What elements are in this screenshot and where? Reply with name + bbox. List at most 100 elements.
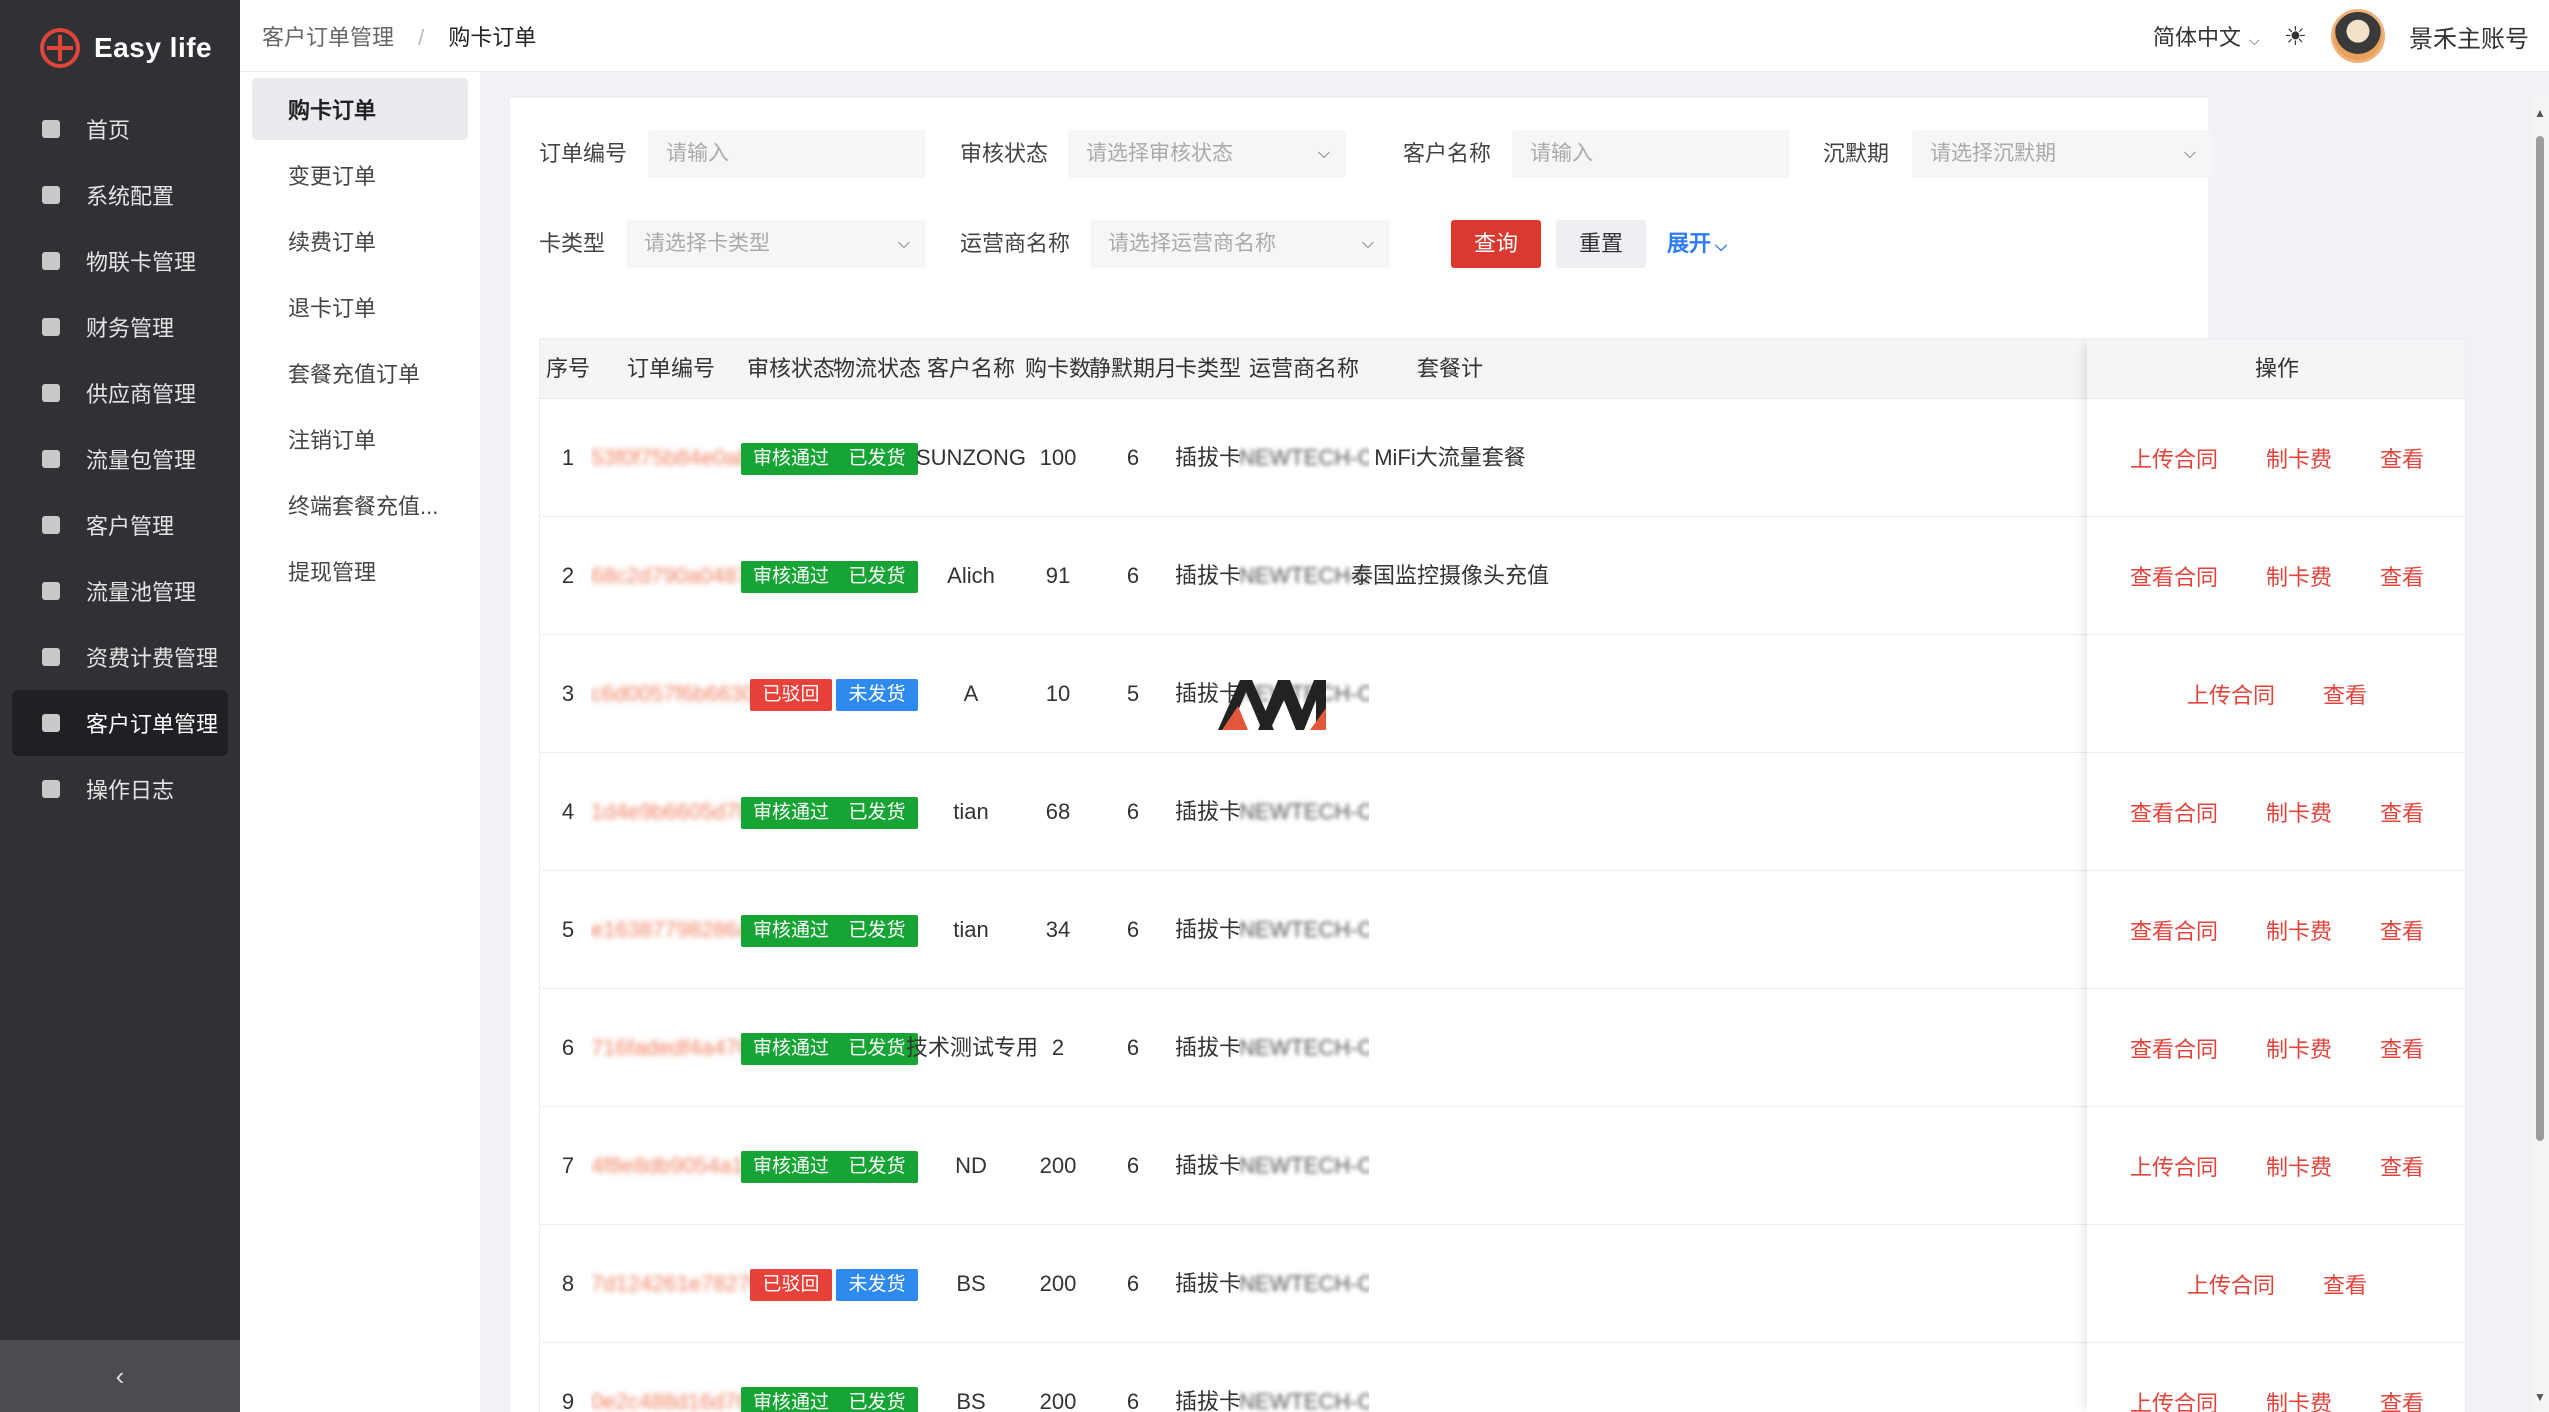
row-action-link[interactable]: 制卡费 xyxy=(2266,1032,2332,1064)
subnav-item[interactable]: 注销订单 xyxy=(252,408,468,470)
order-cell: 0e2c488d16d7685 xyxy=(591,1343,751,1412)
count-value: 68 xyxy=(1045,799,1071,824)
sidebar-item[interactable]: 操作日志 xyxy=(12,756,228,822)
sidebar-item[interactable]: 客户管理 xyxy=(12,492,228,558)
customer-value: Alich xyxy=(947,563,995,588)
breadcrumb: 客户订单管理 / 购卡订单 xyxy=(262,20,536,52)
subnav-item[interactable]: 购卡订单 xyxy=(252,78,468,140)
breadcrumb-separator: / xyxy=(418,24,425,50)
card-cell: 插拔卡 xyxy=(1168,1343,1248,1412)
audit-status-placeholder: 请选择审核状态 xyxy=(1086,142,1233,165)
order-no-input[interactable]: 请输入 xyxy=(648,130,926,178)
query-button[interactable]: 查询 xyxy=(1451,220,1541,268)
row-action-link[interactable]: 上传合同 xyxy=(2130,1150,2218,1182)
row-action-link[interactable]: 上传合同 xyxy=(2187,1268,2275,1300)
row-action-link[interactable]: 制卡费 xyxy=(2266,442,2332,474)
silent-period-select[interactable]: 请选择沉默期 ⌵ xyxy=(1912,130,2212,178)
row-action-link[interactable]: 查看 xyxy=(2380,442,2424,474)
row-action-link[interactable]: 查看 xyxy=(2380,1386,2424,1412)
subnav-item[interactable]: 变更订单 xyxy=(252,144,468,206)
subnav-item[interactable]: 套餐充值订单 xyxy=(252,342,468,404)
row-action-link[interactable]: 上传合同 xyxy=(2187,678,2275,710)
card-type-select[interactable]: 请选择卡类型 ⌵ xyxy=(626,220,926,268)
subnav-item[interactable]: 终端套餐充值... xyxy=(252,474,468,536)
customer-cell: SUNZONG xyxy=(906,399,1036,517)
row-action-link[interactable]: 制卡费 xyxy=(2266,560,2332,592)
count-cell: 200 xyxy=(1018,1107,1098,1225)
carrier-select[interactable]: 请选择运营商名称 ⌵ xyxy=(1090,220,1390,268)
row-action-link[interactable]: 查看合同 xyxy=(2130,560,2218,592)
row-action-link[interactable]: 查看 xyxy=(2323,678,2367,710)
row-action-link[interactable]: 制卡费 xyxy=(2266,1386,2332,1412)
count-value: 2 xyxy=(1051,1035,1065,1060)
reset-button[interactable]: 重置 xyxy=(1556,220,1646,268)
breadcrumb-current: 购卡订单 xyxy=(448,24,537,50)
sidebar-item[interactable]: 流量池管理 xyxy=(12,558,228,624)
chevron-down-icon: ⌵ xyxy=(2249,32,2260,48)
row-action-link[interactable]: 查看合同 xyxy=(2130,1032,2218,1064)
sidebar-item[interactable]: 物联卡管理 xyxy=(12,228,228,294)
column-header: 订单编号 xyxy=(626,356,715,381)
row-action-link[interactable]: 查看合同 xyxy=(2130,914,2218,946)
sidebar-collapse-button[interactable]: ‹ xyxy=(0,1340,240,1412)
row-action-link[interactable]: 上传合同 xyxy=(2130,1386,2218,1412)
row-action-link[interactable]: 查看 xyxy=(2380,796,2424,828)
user-name[interactable]: 景禾主账号 xyxy=(2409,19,2529,54)
am-watermark-logo xyxy=(1218,680,1326,730)
app-logo[interactable]: Easy life xyxy=(0,0,240,96)
language-select[interactable]: 简体中文 ⌵ xyxy=(2153,20,2260,52)
subnav-item[interactable]: 续费订单 xyxy=(252,210,468,272)
plan-cell: MiFi大流量套餐 xyxy=(1330,399,1570,517)
card-cell: 插拔卡 xyxy=(1168,1225,1248,1343)
sidebar-item[interactable]: 资费计费管理 xyxy=(12,624,228,690)
audit-status-select[interactable]: 请选择审核状态 ⌵ xyxy=(1068,130,1346,178)
silent-period-label: 沉默期 xyxy=(1823,141,1890,166)
expand-button[interactable]: 展开 ⌵ xyxy=(1667,220,1757,268)
subnav-item[interactable]: 退卡订单 xyxy=(252,276,468,338)
app-name: Easy life xyxy=(94,32,213,63)
sidebar-item[interactable]: 首页 xyxy=(12,96,228,162)
row-action-link[interactable]: 查看合同 xyxy=(2130,796,2218,828)
plan-cell: 泰国监控摄像头充值 xyxy=(1330,517,1570,635)
row-action-link[interactable]: 制卡费 xyxy=(2266,914,2332,946)
row-action-link[interactable]: 查看 xyxy=(2380,560,2424,592)
sidebar-item-label: 物联卡管理 xyxy=(86,250,197,275)
breadcrumb-item[interactable]: 客户订单管理 xyxy=(262,25,394,50)
row-action-link[interactable]: 查看 xyxy=(2380,1032,2424,1064)
carrier-label: 运营商名称 xyxy=(960,231,1071,256)
row-action-link[interactable]: 查看 xyxy=(2380,1150,2424,1182)
card-cell: 插拔卡 xyxy=(1168,399,1248,517)
customer-cell: BS xyxy=(906,1343,1036,1412)
sidebar-item[interactable]: 供应商管理 xyxy=(12,360,228,426)
avatar[interactable] xyxy=(2331,9,2385,63)
theme-toggle-icon[interactable]: ☀ xyxy=(2284,21,2307,52)
sidebar-item[interactable]: 财务管理 xyxy=(12,294,228,360)
row-action-link[interactable]: 制卡费 xyxy=(2266,796,2332,828)
home-icon xyxy=(42,120,60,138)
silent-cell: 6 xyxy=(1088,517,1178,635)
sidebar-item[interactable]: 流量包管理 xyxy=(12,426,228,492)
status-badge: 审核通过 xyxy=(740,915,841,948)
count-cell: 200 xyxy=(1018,1343,1098,1412)
subnav-item[interactable]: 提现管理 xyxy=(252,540,468,602)
chevron-left-icon: ‹ xyxy=(115,1360,125,1391)
scroll-down-icon[interactable]: ▼ xyxy=(2534,1390,2546,1404)
silent-cell: 6 xyxy=(1088,399,1178,517)
row-action-link[interactable]: 查看 xyxy=(2380,914,2424,946)
scrollbar-thumb[interactable] xyxy=(2536,136,2544,1141)
card-value: 插拔卡 xyxy=(1174,563,1241,588)
page-scrollbar[interactable]: ▲ ▼ xyxy=(2531,96,2549,1412)
sidebar-item[interactable]: 系统配置 xyxy=(12,162,228,228)
expand-label: 展开 xyxy=(1667,231,1712,256)
order-value: 7d124261e78270e6 xyxy=(591,1271,751,1296)
scroll-up-icon[interactable]: ▲ xyxy=(2534,106,2546,120)
wrench-icon xyxy=(42,186,60,204)
status-badge: 审核通过 xyxy=(740,797,841,830)
row-action-link[interactable]: 上传合同 xyxy=(2130,442,2218,474)
row-action-link[interactable]: 查看 xyxy=(2323,1268,2367,1300)
user-icon xyxy=(42,516,60,534)
customer-name-input[interactable]: 请输入 xyxy=(1512,130,1790,178)
card-value: 插拔卡 xyxy=(1174,1035,1241,1060)
sidebar-item[interactable]: 客户订单管理 xyxy=(12,690,228,756)
row-action-link[interactable]: 制卡费 xyxy=(2266,1150,2332,1182)
